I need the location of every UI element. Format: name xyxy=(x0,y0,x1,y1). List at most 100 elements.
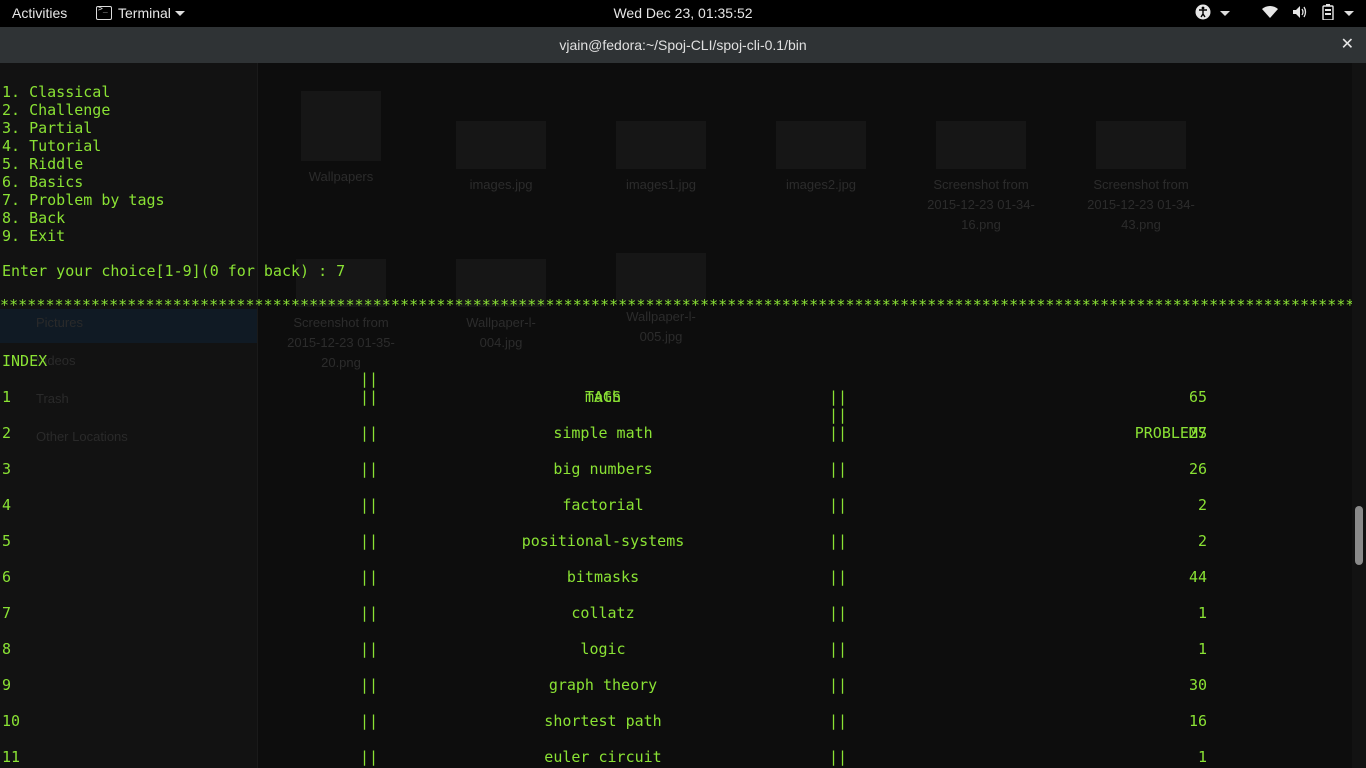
background-file-name: images1.jpg xyxy=(625,177,697,192)
table-row: 5 || positional-systems || 2 xyxy=(0,532,1352,550)
table-row: 2 || simple math || 27 xyxy=(0,424,1352,442)
column-separator: || xyxy=(829,406,848,424)
row-index: 9 xyxy=(2,676,12,694)
background-file: Screenshot from 2015-12-23 01-34-43.png xyxy=(1086,121,1196,235)
row-tag: collatz xyxy=(571,604,635,622)
menu-option: 9. Exit xyxy=(2,227,66,245)
background-folder: Wallpapers xyxy=(286,91,396,187)
column-separator: || xyxy=(829,424,848,442)
row-index: 1 xyxy=(2,388,12,406)
background-file: Screenshot from 2015-12-23 01-34-16.png xyxy=(926,121,1036,235)
terminal-view[interactable]: Pictures Videos Trash Other Locations Wallp… xyxy=(0,63,1366,768)
column-separator: || xyxy=(360,676,379,694)
table-row: 1 || math || 65 xyxy=(0,388,1352,406)
image-thumbnail-icon xyxy=(1096,121,1186,169)
row-tag: math xyxy=(584,388,622,406)
chevron-down-icon[interactable] xyxy=(1344,11,1354,16)
column-separator: || xyxy=(829,676,848,694)
image-thumbnail-icon xyxy=(776,121,866,169)
background-file-name: images.jpg xyxy=(469,177,533,192)
row-problems: 26 xyxy=(1188,460,1207,478)
background-file-name: Screenshot from 2015-12-23 01-34-16.png xyxy=(927,177,1035,232)
image-thumbnail-icon xyxy=(616,253,706,301)
background-file-name: Wallpapers xyxy=(308,169,374,184)
column-separator: || xyxy=(829,460,848,478)
row-problems: 65 xyxy=(1188,388,1207,406)
column-separator: || xyxy=(360,460,379,478)
table-header: INDEX || TAGS || PROBLEMS xyxy=(0,334,1352,442)
folder-icon xyxy=(301,91,381,161)
column-separator: || xyxy=(360,604,379,622)
column-separator: || xyxy=(360,568,379,586)
image-thumbnail-icon xyxy=(456,121,546,169)
row-problems: 1 xyxy=(1197,748,1207,766)
battery-icon[interactable] xyxy=(1322,4,1334,23)
column-separator: || xyxy=(829,748,848,766)
row-index: 7 xyxy=(2,604,12,622)
column-separator: || xyxy=(360,748,379,766)
row-index: 6 xyxy=(2,568,12,586)
accessibility-icon[interactable] xyxy=(1195,4,1211,23)
chevron-down-icon[interactable] xyxy=(1220,11,1231,16)
app-menu-label: Terminal xyxy=(118,5,171,21)
background-file-name: Screenshot from 2015-12-23 01-34-43.png xyxy=(1087,177,1195,232)
table-row: 7 || collatz || 1 xyxy=(0,604,1352,622)
column-separator: || xyxy=(360,424,379,442)
menu-option: 1. Classical xyxy=(2,83,111,101)
row-tag: factorial xyxy=(562,496,644,514)
background-file: images2.jpg xyxy=(766,121,876,195)
table-row: 6 || bitmasks || 44 xyxy=(0,568,1352,586)
row-tag: simple math xyxy=(553,424,653,442)
activities-button[interactable]: Activities xyxy=(12,5,67,21)
row-problems: 2 xyxy=(1197,496,1207,514)
column-separator: || xyxy=(360,370,379,388)
app-menu[interactable]: Terminal xyxy=(96,4,185,21)
separator-line: ****************************************… xyxy=(0,296,1352,314)
column-separator: || xyxy=(360,712,379,730)
menu-option: 8. Back xyxy=(2,209,66,227)
row-problems: 2 xyxy=(1197,532,1207,550)
menu-option: 2. Challenge xyxy=(2,101,111,119)
table-row: 8 || logic || 1 xyxy=(0,640,1352,658)
table-row: 3 || big numbers || 26 xyxy=(0,460,1352,478)
column-separator: || xyxy=(360,388,379,406)
volume-icon[interactable] xyxy=(1292,5,1308,22)
row-tag: bitmasks xyxy=(566,568,640,586)
row-problems: 16 xyxy=(1188,712,1207,730)
row-index: 10 xyxy=(2,712,21,730)
background-file: images1.jpg xyxy=(606,121,716,195)
scrollbar-thumb[interactable] xyxy=(1355,506,1363,565)
clock[interactable]: Wed Dec 23, 01:35:52 xyxy=(613,5,752,21)
row-problems: 1 xyxy=(1197,604,1207,622)
column-separator: || xyxy=(360,532,379,550)
top-bar: Activities Terminal Wed Dec 23, 01:35:52 xyxy=(0,0,1366,27)
terminal-icon xyxy=(96,4,112,20)
system-status-area[interactable] xyxy=(1185,4,1354,23)
column-separator: || xyxy=(829,388,848,406)
table-row: 4 || factorial || 2 xyxy=(0,496,1352,514)
table-row: 10 || shortest path || 16 xyxy=(0,712,1352,730)
scrollbar[interactable] xyxy=(1352,63,1366,768)
row-index: 11 xyxy=(2,748,21,766)
column-separator: || xyxy=(829,496,848,514)
row-tag: positional-systems xyxy=(521,532,685,550)
background-file: images.jpg xyxy=(446,121,556,195)
row-problems: 30 xyxy=(1188,676,1207,694)
column-separator: || xyxy=(829,712,848,730)
menu-option: 7. Problem by tags xyxy=(2,191,165,209)
column-separator: || xyxy=(829,640,848,658)
row-index: 4 xyxy=(2,496,12,514)
close-icon[interactable]: ✕ xyxy=(1341,27,1354,63)
menu-option: 5. Riddle xyxy=(2,155,84,173)
image-thumbnail-icon xyxy=(616,121,706,169)
wifi-icon[interactable] xyxy=(1262,5,1279,22)
column-separator: || xyxy=(829,568,848,586)
window-title: vjain@fedora:~/Spoj-CLI/spoj-cli-0.1/bin xyxy=(559,37,807,53)
column-separator: || xyxy=(360,496,379,514)
row-tag: euler circuit xyxy=(544,748,662,766)
row-tag: logic xyxy=(580,640,626,658)
row-index: 8 xyxy=(2,640,12,658)
row-index: 5 xyxy=(2,532,12,550)
window-titlebar[interactable]: vjain@fedora:~/Spoj-CLI/spoj-cli-0.1/bin… xyxy=(0,27,1366,64)
row-tag: shortest path xyxy=(544,712,662,730)
